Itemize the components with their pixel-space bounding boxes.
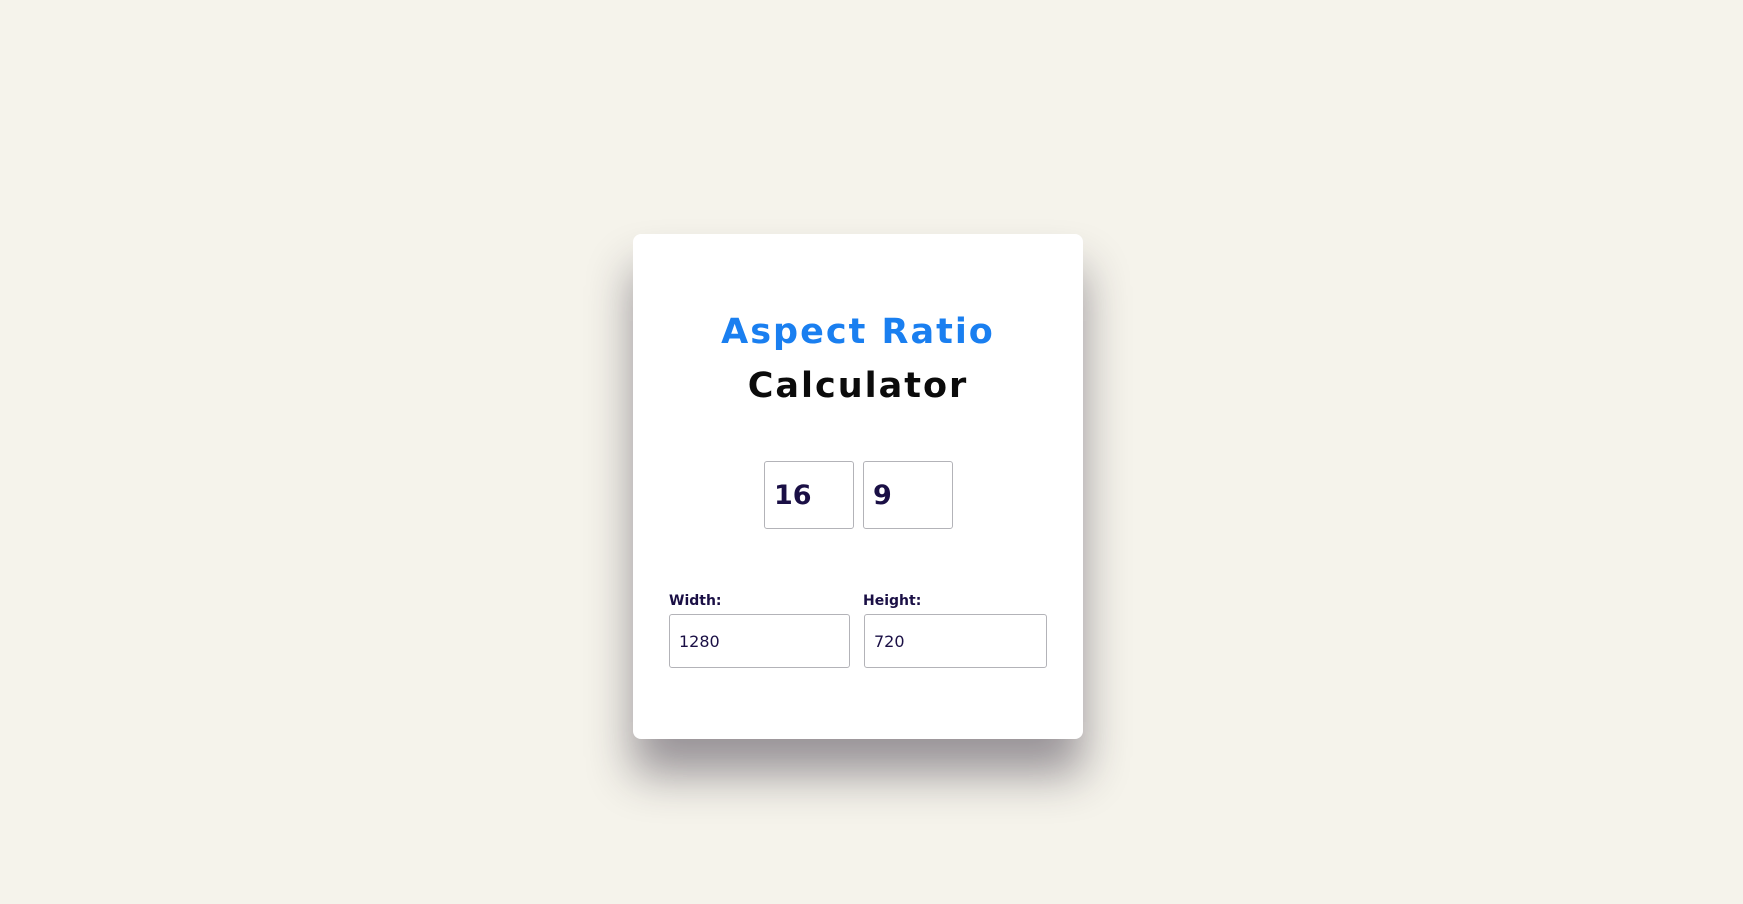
ratio-width-input[interactable] xyxy=(764,461,854,529)
ratio-height-input[interactable] xyxy=(863,461,953,529)
title-aspect-ratio: Aspect Ratio xyxy=(721,312,995,352)
title-calculator: Calculator xyxy=(747,366,969,406)
height-input[interactable] xyxy=(864,614,1047,668)
height-label: Height: xyxy=(863,593,922,609)
width-label: Width: xyxy=(669,593,722,609)
width-input[interactable] xyxy=(669,614,850,668)
